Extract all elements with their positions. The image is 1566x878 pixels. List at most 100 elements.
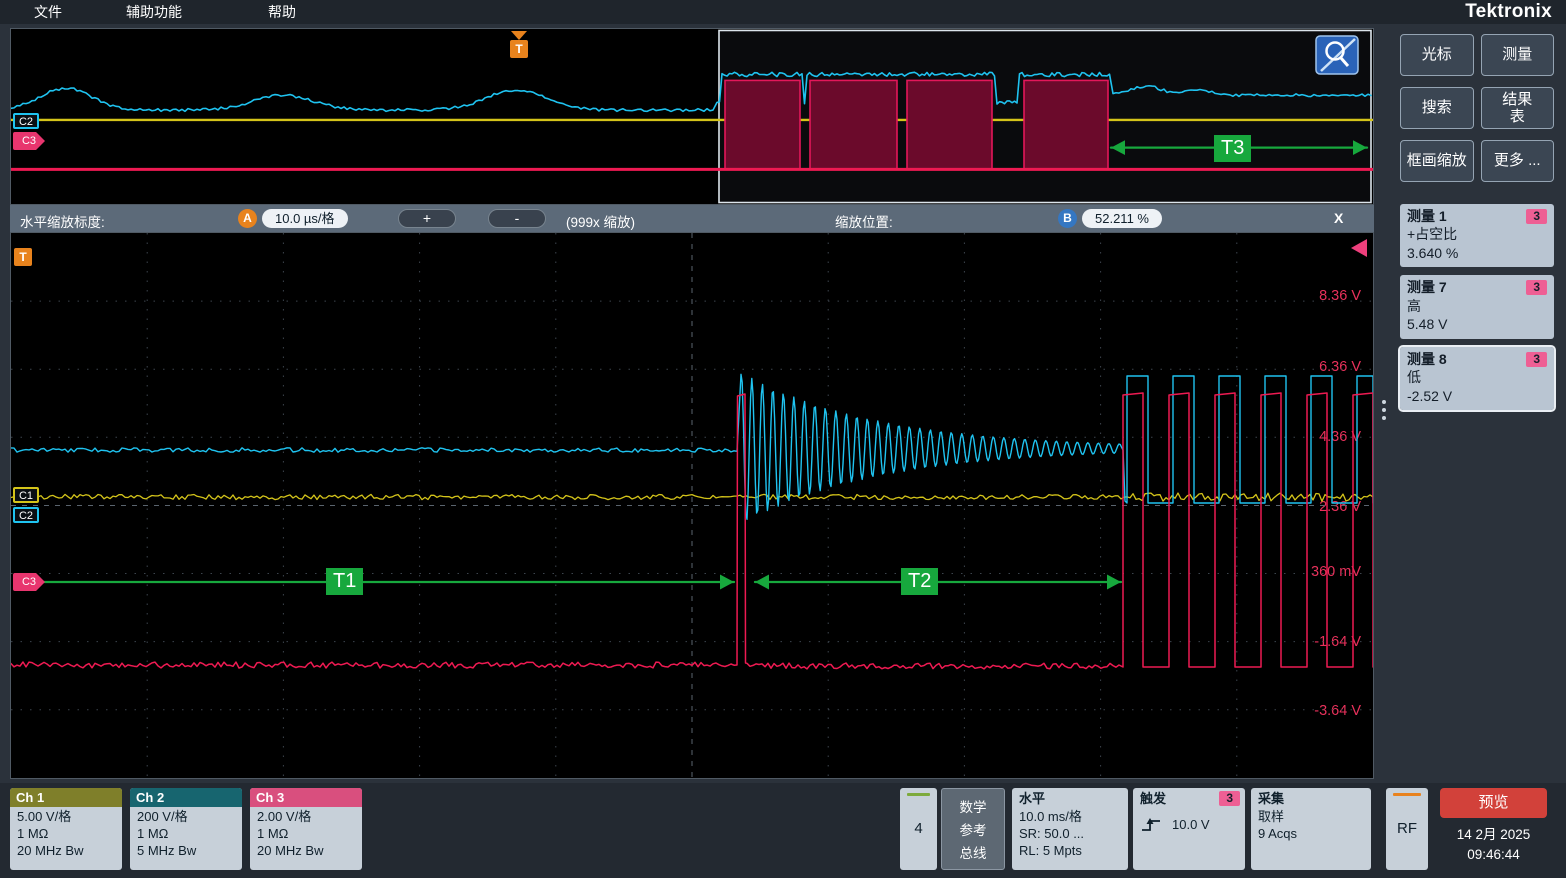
measurement-title: 测量 8	[1407, 350, 1447, 368]
channel-scale: 2.00 V/格	[257, 808, 355, 825]
channel-bandwidth: 20 MHz Bw	[17, 842, 115, 859]
channel-bandwidth: 5 MHz Bw	[137, 842, 235, 859]
preview-button[interactable]: 预览	[1440, 788, 1547, 818]
bottom-bar: Ch 1 5.00 V/格 1 MΩ 20 MHz Bw Ch 2 200 V/…	[0, 783, 1566, 878]
zoom-position-value[interactable]: 52.211 %	[1082, 209, 1162, 228]
ref-tile-label: 4	[900, 819, 937, 839]
display-column: T C2 C3 T3 水平缩放标度: A 10.0 µs/格 + - (999x…	[10, 24, 1374, 783]
datetime: 14 2月 2025 09:46:44	[1440, 825, 1547, 866]
sidebar-button-box-zoom[interactable]: 框画缩放	[1400, 140, 1474, 182]
time-label: 09:46:44	[1440, 845, 1547, 865]
ref-color-bar	[907, 793, 930, 796]
menu-bar: 文件 辅助功能 帮助 Tektronix	[0, 0, 1566, 24]
menu-item-utility[interactable]: 辅助功能	[126, 2, 182, 22]
button-label: 结果表	[1499, 91, 1535, 126]
trigger-position-marker[interactable]: T	[510, 31, 528, 58]
channel-tag-c1[interactable]: C1	[13, 487, 39, 503]
annotation-t2-label: T2	[901, 568, 938, 595]
ref-4-tile[interactable]: 4	[900, 788, 937, 870]
trigger-source-marker[interactable]: T	[14, 248, 32, 266]
acquisition-card[interactable]: 采集 取样 9 Acqs	[1251, 788, 1371, 870]
source-badge: 3	[1526, 280, 1547, 295]
panel-resize-handle[interactable]	[1382, 396, 1386, 424]
annotation-t1-label: T1	[326, 568, 363, 595]
sample-rate: SR: 50.0 ...	[1019, 825, 1121, 842]
zoom-scale-label: 水平缩放标度:	[20, 211, 105, 231]
trigger-level: 10.0 V	[1172, 816, 1210, 833]
source-badge: 3	[1526, 209, 1547, 224]
button-label: 框画缩放	[1407, 152, 1467, 169]
menu-item-help[interactable]: 帮助	[268, 2, 296, 22]
sidebar-button-grid: 光标 测量 搜索 结果表 框画缩放 更多 ...	[1400, 34, 1554, 182]
horizontal-card[interactable]: 水平 10.0 ms/格 SR: 50.0 ... RL: 5 Mpts	[1012, 788, 1128, 870]
zoom-window[interactable]	[719, 29, 1371, 204]
channel-tag-c2[interactable]: C2	[13, 113, 39, 129]
channel-tag-c2[interactable]: C2	[13, 507, 39, 523]
zoom-position-label: 缩放位置:	[835, 211, 893, 231]
knob-b-badge[interactable]: B	[1058, 209, 1077, 228]
measurement-card-7[interactable]: 测量 73 高 5.48 V	[1400, 275, 1554, 338]
channel-impedance: 1 MΩ	[137, 825, 235, 842]
ref-label: 参考	[960, 819, 987, 839]
measurement-card-8[interactable]: 测量 8 3 低 -2.52 V	[1400, 347, 1554, 410]
trigger-card[interactable]: 触发 3 10.0 V	[1133, 788, 1245, 870]
trigger-level-marker[interactable]	[1351, 239, 1367, 257]
tektronix-logo: Tektronix	[1465, 1, 1552, 23]
button-label: 搜索	[1422, 99, 1452, 116]
main-waveform	[11, 233, 1373, 778]
knob-a-badge[interactable]: A	[238, 209, 257, 228]
zoom-scale-value[interactable]: 10.0 µs/格	[262, 209, 348, 228]
channel-card-ch1[interactable]: Ch 1 5.00 V/格 1 MΩ 20 MHz Bw	[10, 788, 122, 870]
record-length: RL: 5 Mpts	[1019, 842, 1121, 859]
bus-label: 总线	[960, 842, 987, 862]
channel-card-ch2[interactable]: Ch 2 200 V/格 1 MΩ 5 MHz Bw	[130, 788, 242, 870]
channel-impedance: 1 MΩ	[257, 825, 355, 842]
measurement-card-1[interactable]: 测量 13 +占空比 3.640 %	[1400, 204, 1554, 267]
measurement-badges: 测量 13 +占空比 3.640 % 测量 73 高 5.48 V 测量 8 3 …	[1394, 204, 1566, 410]
source-badge: 3	[1526, 352, 1547, 367]
annotation-t3-label: T3	[1214, 135, 1251, 162]
horizontal-title: 水平	[1012, 788, 1128, 807]
magnifier-icon[interactable]	[1315, 35, 1359, 80]
rf-tile[interactable]: RF	[1386, 788, 1428, 870]
channel-name: Ch 2	[130, 788, 242, 807]
acquisition-count: 9 Acqs	[1258, 825, 1364, 842]
math-label: 数学	[960, 796, 987, 816]
button-label: 测量	[1502, 46, 1532, 63]
trigger-title: 触发	[1140, 790, 1166, 807]
acquisition-mode: 取样	[1258, 808, 1364, 825]
menu-item-file[interactable]: 文件	[34, 2, 62, 22]
rf-color-bar	[1393, 793, 1421, 796]
measurement-name: +占空比	[1407, 225, 1547, 243]
rf-tile-label: RF	[1386, 819, 1428, 839]
magnifier-glyph	[1315, 35, 1359, 75]
panel-divider	[1374, 24, 1394, 783]
sidebar-button-results-table[interactable]: 结果表	[1481, 87, 1555, 129]
math-ref-bus-button[interactable]: 数学 参考 总线	[941, 788, 1005, 870]
right-sidebar: 光标 测量 搜索 结果表 框画缩放 更多 ... 测量 13 +占空比 3.64…	[1394, 24, 1566, 783]
sidebar-button-measure[interactable]: 测量	[1481, 34, 1555, 76]
measurement-name: 低	[1407, 368, 1547, 386]
channel-card-ch3[interactable]: Ch 3 2.00 V/格 1 MΩ 20 MHz Bw	[250, 788, 362, 870]
zoom-toolbar: 水平缩放标度: A 10.0 µs/格 + - (999x 缩放) 缩放位置: …	[10, 205, 1374, 232]
channel-impedance: 1 MΩ	[17, 825, 115, 842]
content-area: T C2 C3 T3 水平缩放标度: A 10.0 µs/格 + - (999x…	[0, 24, 1566, 783]
trigger-arrow-icon	[511, 31, 527, 40]
trigger-t-badge: T	[510, 40, 528, 58]
measurement-name: 高	[1407, 297, 1547, 315]
zoom-in-button[interactable]: +	[398, 209, 456, 228]
zoom-out-button[interactable]: -	[488, 209, 546, 228]
channel-name: Ch 3	[250, 788, 362, 807]
button-label: 光标	[1422, 46, 1452, 63]
channel-scale: 200 V/格	[137, 808, 235, 825]
trigger-source-badge: 3	[1219, 791, 1240, 806]
overview-panel: T C2 C3 T3	[10, 28, 1374, 205]
acquisition-title: 采集	[1251, 788, 1371, 807]
measurement-value: -2.52 V	[1407, 387, 1547, 405]
sidebar-button-cursors[interactable]: 光标	[1400, 34, 1474, 76]
channel-bandwidth: 20 MHz Bw	[257, 842, 355, 859]
sidebar-button-search[interactable]: 搜索	[1400, 87, 1474, 129]
zoom-close-button[interactable]: X	[1328, 210, 1349, 226]
sidebar-button-more[interactable]: 更多 ...	[1481, 140, 1555, 182]
horizontal-scale: 10.0 ms/格	[1019, 808, 1121, 825]
